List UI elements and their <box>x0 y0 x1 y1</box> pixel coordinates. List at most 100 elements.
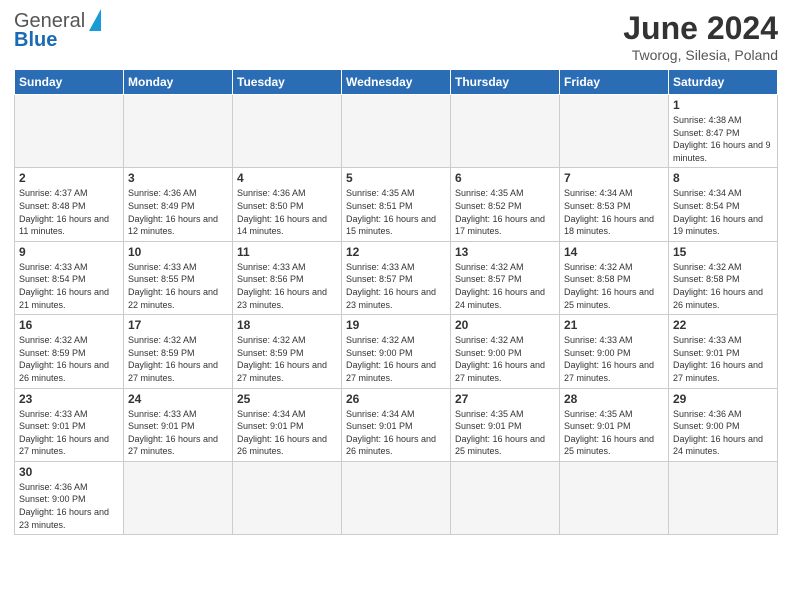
col-header-saturday: Saturday <box>669 70 778 95</box>
calendar-cell: 22Sunrise: 4:33 AM Sunset: 9:01 PM Dayli… <box>669 315 778 388</box>
day-number: 18 <box>237 318 337 332</box>
day-number: 27 <box>455 392 555 406</box>
day-info: Sunrise: 4:36 AM Sunset: 8:49 PM Dayligh… <box>128 187 228 237</box>
day-number: 15 <box>673 245 773 259</box>
day-number: 2 <box>19 171 119 185</box>
day-number: 20 <box>455 318 555 332</box>
calendar-cell: 11 Sunrise: 4:33 AM Sunset: 8:56 PM Dayli… <box>233 241 342 314</box>
calendar-cell <box>124 461 233 534</box>
calendar-cell: 17Sunrise: 4:32 AM Sunset: 8:59 PM Dayli… <box>124 315 233 388</box>
day-info: Sunrise: 4:37 AM Sunset: 8:48 PM Dayligh… <box>19 187 119 237</box>
calendar-cell: 28Sunrise: 4:35 AM Sunset: 9:01 PM Dayli… <box>560 388 669 461</box>
day-info: Sunrise: 4:36 AM Sunset: 9:00 PM Dayligh… <box>19 481 119 531</box>
day-number: 26 <box>346 392 446 406</box>
day-number: 4 <box>237 171 337 185</box>
calendar-cell: 25 Sunrise: 4:34 AM Sunset: 9:01 PM Dayli… <box>233 388 342 461</box>
day-info: Sunrise: 4:32 AM Sunset: 8:58 PM Dayligh… <box>564 261 664 311</box>
location-title: Tworog, Silesia, Poland <box>623 47 778 63</box>
day-info: Sunrise: 4:35 AM Sunset: 9:01 PM Dayligh… <box>455 408 555 458</box>
day-info: Sunrise: 4:32 AM Sunset: 9:00 PM Dayligh… <box>346 334 446 384</box>
calendar-cell: 14 Sunrise: 4:32 AM Sunset: 8:58 PM Dayli… <box>560 241 669 314</box>
day-info: Sunrise: 4:38 AM Sunset: 8:47 PM Dayligh… <box>673 114 773 164</box>
day-info: Sunrise: 4:32 AM Sunset: 8:58 PM Dayligh… <box>673 261 773 311</box>
calendar-week-4: 16 Sunrise: 4:32 AM Sunset: 8:59 PM Dayli… <box>15 315 778 388</box>
day-number: 22 <box>673 318 773 332</box>
calendar-week-3: 9 Sunrise: 4:33 AM Sunset: 8:54 PM Daylig… <box>15 241 778 314</box>
calendar-cell: 21Sunrise: 4:33 AM Sunset: 9:00 PM Dayli… <box>560 315 669 388</box>
day-number: 25 <box>237 392 337 406</box>
calendar-cell: 1 Sunrise: 4:38 AM Sunset: 8:47 PM Daylig… <box>669 95 778 168</box>
day-number: 30 <box>19 465 119 479</box>
calendar-cell: 2 Sunrise: 4:37 AM Sunset: 8:48 PM Daylig… <box>15 168 124 241</box>
day-number: 14 <box>564 245 664 259</box>
calendar-cell <box>451 461 560 534</box>
calendar-cell <box>560 461 669 534</box>
title-area: June 2024 Tworog, Silesia, Poland <box>623 10 778 63</box>
calendar-cell: 4 Sunrise: 4:36 AM Sunset: 8:50 PM Daylig… <box>233 168 342 241</box>
calendar-cell: 3 Sunrise: 4:36 AM Sunset: 8:49 PM Daylig… <box>124 168 233 241</box>
calendar-cell <box>233 461 342 534</box>
day-info: Sunrise: 4:33 AM Sunset: 8:55 PM Dayligh… <box>128 261 228 311</box>
day-number: 29 <box>673 392 773 406</box>
calendar-cell <box>124 95 233 168</box>
calendar-body: 1 Sunrise: 4:38 AM Sunset: 8:47 PM Daylig… <box>15 95 778 535</box>
calendar-week-2: 2 Sunrise: 4:37 AM Sunset: 8:48 PM Daylig… <box>15 168 778 241</box>
calendar-cell: 26 Sunrise: 4:34 AM Sunset: 9:01 PM Dayli… <box>342 388 451 461</box>
day-info: Sunrise: 4:34 AM Sunset: 8:54 PM Dayligh… <box>673 187 773 237</box>
calendar-cell: 30 Sunrise: 4:36 AM Sunset: 9:00 PM Dayli… <box>15 461 124 534</box>
page: General Blue June 2024 Tworog, Silesia, … <box>0 0 792 545</box>
day-number: 7 <box>564 171 664 185</box>
day-info: Sunrise: 4:35 AM Sunset: 8:52 PM Dayligh… <box>455 187 555 237</box>
day-number: 16 <box>19 318 119 332</box>
day-info: Sunrise: 4:34 AM Sunset: 9:01 PM Dayligh… <box>237 408 337 458</box>
day-number: 23 <box>19 392 119 406</box>
day-info: Sunrise: 4:35 AM Sunset: 9:01 PM Dayligh… <box>564 408 664 458</box>
day-info: Sunrise: 4:33 AM Sunset: 9:01 PM Dayligh… <box>19 408 119 458</box>
col-header-wednesday: Wednesday <box>342 70 451 95</box>
calendar-cell: 5 Sunrise: 4:35 AM Sunset: 8:51 PM Daylig… <box>342 168 451 241</box>
calendar-cell: 23 Sunrise: 4:33 AM Sunset: 9:01 PM Dayli… <box>15 388 124 461</box>
calendar-cell: 8 Sunrise: 4:34 AM Sunset: 8:54 PM Daylig… <box>669 168 778 241</box>
calendar-week-1: 1 Sunrise: 4:38 AM Sunset: 8:47 PM Daylig… <box>15 95 778 168</box>
day-info: Sunrise: 4:34 AM Sunset: 9:01 PM Dayligh… <box>346 408 446 458</box>
day-number: 13 <box>455 245 555 259</box>
day-number: 3 <box>128 171 228 185</box>
day-info: Sunrise: 4:36 AM Sunset: 9:00 PM Dayligh… <box>673 408 773 458</box>
calendar-cell: 29 Sunrise: 4:36 AM Sunset: 9:00 PM Dayli… <box>669 388 778 461</box>
calendar-header-row: SundayMondayTuesdayWednesdayThursdayFrid… <box>15 70 778 95</box>
day-number: 11 <box>237 245 337 259</box>
calendar-week-5: 23 Sunrise: 4:33 AM Sunset: 9:01 PM Dayli… <box>15 388 778 461</box>
calendar-cell: 27 Sunrise: 4:35 AM Sunset: 9:01 PM Dayli… <box>451 388 560 461</box>
calendar-cell <box>342 95 451 168</box>
day-number: 19 <box>346 318 446 332</box>
day-number: 5 <box>346 171 446 185</box>
header: General Blue June 2024 Tworog, Silesia, … <box>14 10 778 63</box>
day-number: 6 <box>455 171 555 185</box>
calendar-cell: 16Sunrise: 4:32 AM Sunset: 8:59 PM Dayli… <box>15 315 124 388</box>
day-number: 12 <box>346 245 446 259</box>
day-info: Sunrise: 4:33 AM Sunset: 8:57 PM Dayligh… <box>346 261 446 311</box>
calendar-cell: 18 Sunrise: 4:32 AM Sunset: 8:59 PM Dayli… <box>233 315 342 388</box>
logo-area: General Blue <box>14 10 101 52</box>
day-info: Sunrise: 4:33 AM Sunset: 8:56 PM Dayligh… <box>237 261 337 311</box>
col-header-tuesday: Tuesday <box>233 70 342 95</box>
day-info: Sunrise: 4:33 AM Sunset: 8:54 PM Dayligh… <box>19 261 119 311</box>
col-header-friday: Friday <box>560 70 669 95</box>
day-info: Sunrise: 4:32 AM Sunset: 8:59 PM Dayligh… <box>237 334 337 384</box>
day-info: Sunrise: 4:36 AM Sunset: 8:50 PM Dayligh… <box>237 187 337 237</box>
day-info: Sunrise: 4:32 AM Sunset: 9:00 PM Dayligh… <box>455 334 555 384</box>
col-header-thursday: Thursday <box>451 70 560 95</box>
day-number: 21 <box>564 318 664 332</box>
day-info: Sunrise: 4:35 AM Sunset: 8:51 PM Dayligh… <box>346 187 446 237</box>
day-info: Sunrise: 4:33 AM Sunset: 9:01 PM Dayligh… <box>128 408 228 458</box>
calendar-week-6: 30 Sunrise: 4:36 AM Sunset: 9:00 PM Dayli… <box>15 461 778 534</box>
day-number: 1 <box>673 98 773 112</box>
day-info: Sunrise: 4:32 AM Sunset: 8:57 PM Dayligh… <box>455 261 555 311</box>
calendar-cell <box>342 461 451 534</box>
calendar-cell: 13 Sunrise: 4:32 AM Sunset: 8:57 PM Dayli… <box>451 241 560 314</box>
day-number: 8 <box>673 171 773 185</box>
calendar-cell: 24Sunrise: 4:33 AM Sunset: 9:01 PM Dayli… <box>124 388 233 461</box>
calendar-cell: 9 Sunrise: 4:33 AM Sunset: 8:54 PM Daylig… <box>15 241 124 314</box>
calendar-cell: 20 Sunrise: 4:32 AM Sunset: 9:00 PM Dayli… <box>451 315 560 388</box>
day-number: 9 <box>19 245 119 259</box>
